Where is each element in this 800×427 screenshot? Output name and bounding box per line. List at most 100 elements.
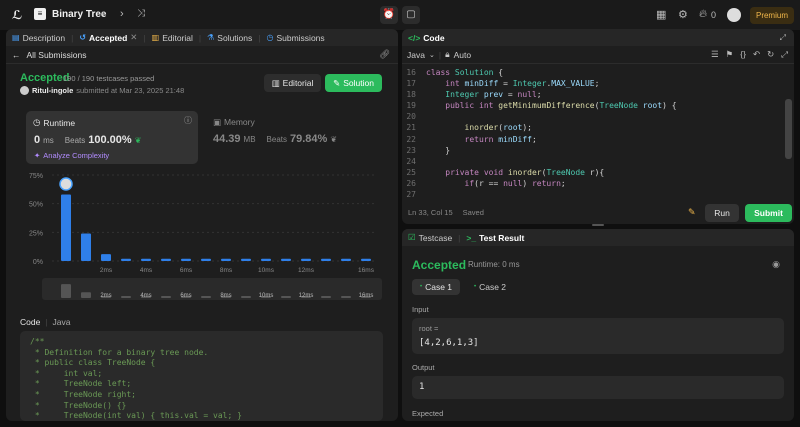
runtime-card[interactable]: ◷ Runtime ⓘ 0 ms Beats 100.00% ❦ ✦ Analyze… [26,111,198,164]
code-label: Code [20,317,41,327]
tab-test-result[interactable]: >_ Test Result [460,229,530,246]
line-text: int minDiff = Integer.MAX_VALUE; [445,79,600,89]
editor-line[interactable]: 17 int minDiff = Integer.MAX_VALUE; [402,78,784,89]
fullscreen-icon[interactable]: ⤢ [781,49,788,60]
editor-line[interactable]: 25 private void inorder(TreeNode r){ [402,167,784,178]
undo-icon[interactable]: ↶ [753,49,760,60]
output-label: Output [412,363,435,372]
case-1-tab[interactable]: • Case 1 [412,279,460,295]
notes-button[interactable]: ▢ [402,6,420,24]
case-2-tab[interactable]: • Case 2 [470,279,510,295]
editor-line[interactable]: 18 Integer prev = null; [402,89,784,100]
leetcode-logo-icon[interactable]: ℒ [12,8,24,22]
tab-code[interactable]: </> Code [402,29,451,46]
editor-line[interactable]: 22 return minDiff; [402,134,784,145]
save-status: Saved [462,208,484,217]
braces-icon[interactable]: {} [740,49,746,60]
maximize-icon[interactable]: ⤢ [780,33,786,43]
editor-line[interactable]: 19 public int getMinimumDifference(TreeN… [402,100,784,111]
testcases-passed: 190 / 190 testcases passed [63,74,155,83]
timer-button[interactable]: ⏰ [380,6,398,24]
eye-icon[interactable]: ◉ [772,259,780,270]
editor-line[interactable]: 21 inorder(root); [402,122,784,133]
memory-beats: 79.84% [290,133,328,145]
link-icon[interactable]: 🔗︎ [379,49,390,60]
overview-bar [61,284,71,298]
memory-card[interactable]: ▣ Memory [213,117,255,128]
reset-icon[interactable]: ↻ [767,49,774,60]
editor-line[interactable]: 23 } [402,145,784,156]
code-preview-line: * TreeNode() {} [30,400,127,410]
code-preview: /** * Definition for a binary tree node.… [20,331,383,421]
gear-icon[interactable]: ⚙ [678,8,688,21]
submit-button[interactable]: Submit [745,204,792,222]
tab-editorial[interactable]: ▥ Editorial [146,29,199,46]
tab-solutions[interactable]: ⚗ Solutions [201,29,258,46]
leaf-icon: ❦ [330,135,338,144]
auto-toggle[interactable]: Auto [454,50,472,60]
flask-icon: ⚗ [207,33,215,42]
all-submissions-link[interactable]: All Submissions [27,50,87,60]
runtime-distribution-chart[interactable]: 75% 50% 25% 0% 2ms 4ms 6ms 8ms 10ms 12ms 16ms 2ms 4m… [6,167,398,302]
notes-icon[interactable]: ✎ [688,207,696,218]
analyze-complexity-link[interactable]: ✦ Analyze Complexity [34,151,109,160]
tab-accepted[interactable]: ↺ Accepted ✕ [73,29,143,46]
run-button[interactable]: Run [705,204,739,222]
line-number: 25 [406,167,416,177]
code-preview-line: /** [30,337,45,346]
memory-label: Memory [224,117,255,127]
chevron-right-icon[interactable]: › [120,8,124,20]
editor-line[interactable]: 26 if(r == null) return; [402,178,784,189]
bookmark-icon[interactable]: ⚑ [726,49,734,60]
line-number: 17 [406,79,416,89]
tab-submissions[interactable]: ◷ Submissions [260,29,330,46]
all-submissions-bar[interactable]: ← All Submissions 🔗︎ [6,46,398,64]
info-icon[interactable]: ⓘ [184,115,192,126]
tab-description[interactable]: ▤ Description [6,29,71,46]
editor-line[interactable]: 16 class Solution { [402,67,784,78]
resize-handle[interactable] [592,224,604,226]
dot-icon: • [419,284,423,290]
user-avatar[interactable] [20,86,29,95]
editorial-button[interactable]: ▥ Editorial [264,74,321,92]
editor-line[interactable]: 24 [402,156,784,167]
tab-testcase[interactable]: ☑ Testcase [402,229,458,246]
editor-line[interactable]: 27 [402,189,784,197]
solution-button[interactable]: ✎ Solution [325,74,382,92]
runtime-value: 0 [34,134,41,146]
code-preview-line: * Definition for a binary tree node. [30,347,209,357]
histogram-bar [181,258,191,261]
shuffle-icon[interactable]: ⤨ [137,8,145,19]
code-editor[interactable]: 16 class Solution {17 int minDiff = Integ… [402,67,784,197]
fire-icon[interactable]: 🔥︎ [699,8,707,21]
line-text: } [426,145,451,155]
cursor-position: Ln 33, Col 15 [408,208,453,217]
stopwatch-icon: ◷ [33,117,41,127]
chevron-left-icon[interactable]: ‹ [101,8,105,20]
x-tick-label: 16ms [358,267,375,274]
line-text: return minDiff; [464,134,537,144]
problem-list-button[interactable]: ≡ Binary Tree [34,8,106,20]
username[interactable]: Ritul-ingole [32,86,73,95]
code-language: Java [52,317,71,327]
avatar[interactable] [727,8,741,22]
editor-scrollbar[interactable] [785,99,792,159]
input-box: root = [4,2,6,1,3] [412,318,784,354]
editor-line[interactable]: 20 [402,111,784,122]
layout-grid-icon[interactable]: ▦ [656,8,666,21]
description-icon: ▤ [12,33,20,42]
histogram-bar [221,258,231,261]
history-icon: ↺ [79,33,87,42]
x-tick-label: 10ms [258,267,275,274]
premium-button[interactable]: Premium [750,7,794,24]
user-position-marker [59,177,73,191]
list-icon[interactable]: ☰ [711,49,719,60]
line-number: 23 [406,145,416,155]
close-icon[interactable]: ✕ [130,32,137,43]
memory-unit: MB [243,135,256,144]
histogram-bar [141,258,151,261]
overview-bar [341,296,351,298]
checkbox-icon: ☑ [408,232,416,242]
language-select[interactable]: Java [407,50,425,60]
overview-bar [321,296,331,298]
